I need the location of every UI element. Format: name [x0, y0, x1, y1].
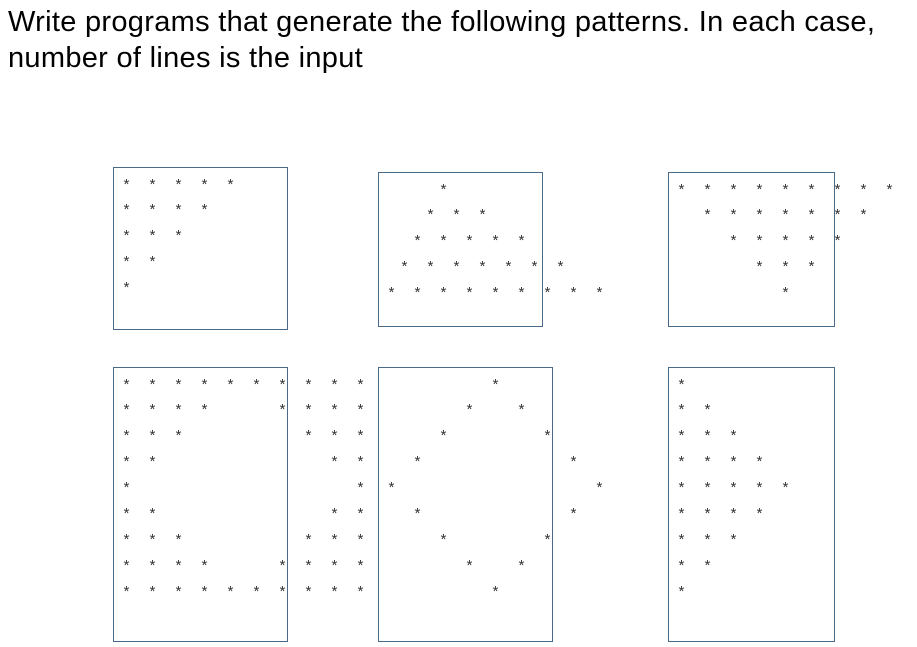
pattern-box-1: * * * * * * * * * * * * * * *	[113, 167, 288, 330]
instruction-text: Write programs that generate the followi…	[8, 4, 909, 77]
pattern-box-4: * * * * * * * * * * * * * * * * * * * * …	[113, 367, 288, 642]
pattern-box-3: * * * * * * * * * * * * * * * * * * * * …	[668, 172, 835, 327]
pattern-box-6: * * * * * * * * * * * * * * * * * * * * …	[668, 367, 835, 642]
pattern-box-5: * * * * * * * * * * * * * * * *	[378, 367, 553, 642]
pattern-box-2: * * * * * * * * * * * * * * * * * * * * …	[378, 172, 543, 327]
